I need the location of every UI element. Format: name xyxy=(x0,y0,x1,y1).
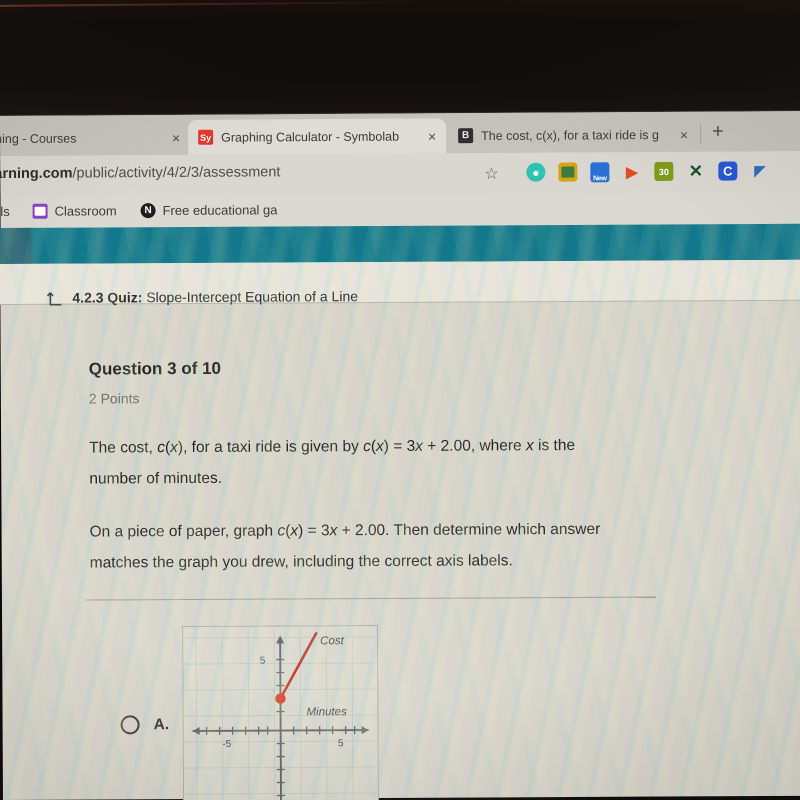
question-paragraph-1: The cost, c(x), for a taxi ride is given… xyxy=(89,430,619,495)
play-extension-icon[interactable]: ▶ xyxy=(622,162,641,181)
p2-var-x2: x xyxy=(329,522,338,540)
pin-extension-icon[interactable]: ◤ xyxy=(750,161,769,180)
p1-var-x2: x xyxy=(375,437,384,456)
browser-tab-2[interactable]: Sy Graphing Calculator - Symbolab × xyxy=(188,118,447,155)
page-content: 4.2.3 Quiz: Slope-Intercept Equation of … xyxy=(0,223,800,800)
browser-chrome: Learning - Courses × Sy Graphing Calcula… xyxy=(0,111,800,232)
bookmark-item-classroom[interactable]: Classroom xyxy=(32,203,117,219)
bookmark-2-label: Classroom xyxy=(54,203,117,219)
x-tick-label-negative-5: -5 xyxy=(222,739,231,750)
c-extension-icon[interactable]: C xyxy=(718,161,738,181)
tab-1-label: Learning - Courses xyxy=(0,131,77,146)
new-tab-button[interactable]: + xyxy=(712,121,724,143)
bezel-glare xyxy=(0,1,421,7)
back-arrow-icon[interactable] xyxy=(45,290,65,310)
p1-a: The cost, xyxy=(89,439,158,457)
quiz-name: Slope-Intercept Equation of a Line xyxy=(146,288,359,306)
y-tick-label-5: 5 xyxy=(260,656,266,667)
new-badge-label: New xyxy=(590,175,610,183)
site-header-banner xyxy=(0,223,800,265)
tab-3-close-icon[interactable]: × xyxy=(676,126,688,142)
x-axis-label-minutes: Minutes xyxy=(307,706,348,718)
symbolab-icon: Sy xyxy=(198,129,214,145)
x-tick-label-5: 5 xyxy=(338,738,344,749)
p1-i: ) = 3 xyxy=(383,437,416,455)
y-intercept-point xyxy=(275,693,286,704)
graph-svg-a: 5 -5 5 Cost Minutes xyxy=(182,625,380,800)
p1-var-x: x xyxy=(170,439,178,457)
p1-k: + 2.00, where xyxy=(422,437,526,455)
quiz-type-label: Quiz: xyxy=(107,289,143,306)
tab-2-close-icon[interactable]: × xyxy=(424,128,436,144)
document-icon: B xyxy=(458,128,474,144)
timer-30-extension-icon[interactable]: 30 xyxy=(654,161,674,182)
extensions-row: ● New ▶ 30 ✕ C ◤ xyxy=(526,161,769,183)
quiz-title: 4.2.3 Quiz: Slope-Intercept Equation of … xyxy=(72,288,358,305)
radio-button-a[interactable] xyxy=(120,715,140,735)
bookmark-3-label: Free educational ga xyxy=(162,202,278,219)
url-domain: arning.com xyxy=(0,165,73,183)
url-text: arning.com/public/activity/4/2/3/assessm… xyxy=(0,164,280,182)
browser-tab-1[interactable]: Learning - Courses × xyxy=(0,120,190,156)
question-paragraph-2: On a piece of paper, graph c(x) = 3x + 2… xyxy=(90,514,620,579)
bookmark-item-1[interactable]: tails xyxy=(0,204,10,219)
screenshot-root: Learning - Courses × Sy Graphing Calcula… xyxy=(0,0,800,800)
tab-3-label: The cost, c(x), for a taxi ride is g xyxy=(481,127,660,143)
quiz-number: 4.2.3 xyxy=(72,289,104,306)
p1-var-x3: x xyxy=(415,437,424,455)
answer-letter-a: A. xyxy=(153,715,170,733)
laptop-bezel xyxy=(0,0,800,121)
p1-fn-c2: c xyxy=(363,438,371,456)
answer-option-a[interactable]: A. xyxy=(120,715,170,735)
answer-a-graph[interactable]: 5 -5 5 Cost Minutes xyxy=(182,625,380,800)
bookmark-1-label: tails xyxy=(0,203,10,220)
browser-tab-3[interactable]: B The cost, c(x), for a taxi ride is g × xyxy=(448,117,698,154)
tab-strip: Learning - Courses × Sy Graphing Calcula… xyxy=(0,111,800,156)
tab-2-label: Graphing Calculator - Symbolab xyxy=(221,129,400,145)
address-bar[interactable]: arning.com/public/activity/4/2/3/assessm… xyxy=(0,151,800,196)
bookmark-item-free-educational-games[interactable]: N Free educational ga xyxy=(140,202,278,219)
site-header-banner-shadow xyxy=(0,227,33,265)
p2-e: ) = 3 xyxy=(298,522,330,540)
tab-divider xyxy=(700,123,702,144)
p2-var-x: x xyxy=(290,522,299,540)
p2-a: On a piece of paper, graph xyxy=(89,522,278,541)
classroom-extension-icon[interactable] xyxy=(558,162,578,182)
p1-var-x4: x xyxy=(525,437,534,455)
question-heading: Question 3 of 10 xyxy=(88,358,222,379)
y-axis-label-cost: Cost xyxy=(320,635,345,647)
question-points: 2 Points xyxy=(88,390,140,407)
y-axis xyxy=(279,637,283,800)
p2-fn-c: c xyxy=(277,522,286,540)
bookmark-star-icon[interactable]: ☆ xyxy=(484,164,498,184)
x-extension-icon[interactable]: ✕ xyxy=(686,161,705,181)
tab-1-close-icon[interactable]: × xyxy=(168,129,180,145)
question-body: The cost, c(x), for a taxi ride is given… xyxy=(89,430,620,601)
p1-e: ), for a taxi ride is given by xyxy=(177,438,364,457)
grammarly-extension-icon[interactable]: ● xyxy=(526,162,546,182)
classroom-bookmark-icon xyxy=(32,203,48,219)
n-bookmark-icon: N xyxy=(140,203,156,219)
url-path: /public/activity/4/2/3/assessment xyxy=(72,164,281,182)
p1-fn-c: c xyxy=(157,439,166,457)
new-extension-icon[interactable]: New xyxy=(590,162,610,183)
